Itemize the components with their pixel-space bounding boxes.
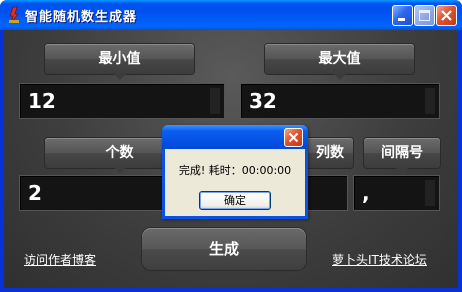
app-icon — [6, 6, 22, 24]
separator-label-text: 间隔号 — [381, 145, 423, 161]
title-bar[interactable]: 智能随机数生成器 — [0, 0, 462, 30]
count-value-field[interactable]: 2 — [19, 175, 169, 211]
max-label-arrow — [333, 74, 346, 80]
close-button[interactable] — [436, 5, 457, 26]
min-value-field[interactable]: 12 — [19, 83, 225, 119]
max-label: 最大值 — [265, 44, 414, 80]
max-value-field[interactable]: 32 — [240, 83, 440, 119]
separator-value-text: , — [362, 181, 370, 205]
separator-value-field[interactable]: , — [353, 175, 440, 211]
maximize-icon — [419, 10, 430, 21]
window-title: 智能随机数生成器 — [25, 10, 138, 25]
generate-button[interactable]: 生成 — [142, 228, 306, 270]
maximize-button[interactable] — [414, 5, 435, 26]
count-label-arrow — [113, 168, 126, 174]
close-icon — [288, 132, 299, 143]
min-value-text: 12 — [28, 89, 56, 113]
separator-field-edge — [425, 180, 435, 206]
min-label-text: 最小值 — [98, 51, 141, 67]
min-field-edge — [210, 88, 220, 114]
separator-label: 间隔号 — [364, 138, 440, 174]
min-label-arrow — [113, 74, 126, 80]
dialog-close-button[interactable] — [284, 128, 303, 147]
count-label-text: 个数 — [105, 145, 134, 161]
max-value-text: 32 — [249, 89, 277, 113]
close-icon — [441, 10, 452, 21]
count-value-text: 2 — [28, 181, 42, 205]
dialog-title-bar[interactable] — [162, 125, 308, 149]
forum-link[interactable]: 萝卜头IT技术论坛 — [332, 251, 427, 268]
min-label: 最小值 — [45, 44, 194, 80]
visit-blog-link[interactable]: 访问作者博客 — [24, 251, 96, 268]
dialog-ok-button[interactable]: 确定 — [199, 191, 271, 210]
dialog-body: 完成! 耗时：00:00:00 确定 — [165, 149, 305, 216]
dialog-message: 完成! 耗时：00:00:00 — [178, 164, 292, 177]
separator-label-arrow — [396, 168, 408, 174]
completion-dialog: 完成! 耗时：00:00:00 确定 — [162, 125, 308, 219]
minimize-icon — [398, 18, 405, 21]
max-label-text: 最大值 — [318, 51, 361, 67]
minimize-button[interactable] — [392, 5, 413, 26]
max-field-edge — [425, 88, 435, 114]
